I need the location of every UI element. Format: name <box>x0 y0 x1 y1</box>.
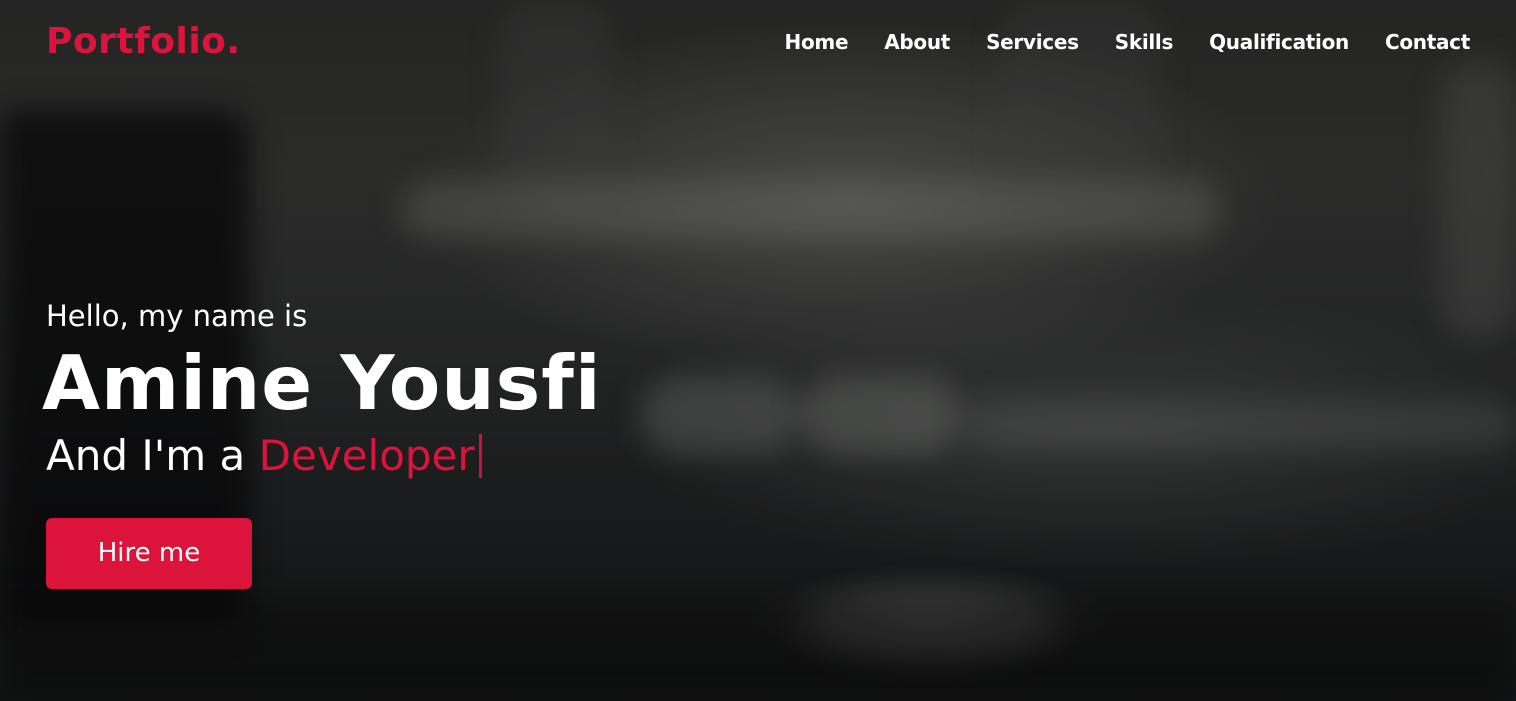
nav-link-about[interactable]: About <box>884 30 950 54</box>
nav-link-skills[interactable]: Skills <box>1115 30 1174 54</box>
nav-item-about: About <box>884 27 950 57</box>
nav-item-contact: Contact <box>1385 27 1470 57</box>
hire-me-button[interactable]: Hire me <box>46 518 252 589</box>
nav-item-skills: Skills <box>1115 27 1174 57</box>
nav-link-qualification[interactable]: Qualification <box>1209 30 1349 54</box>
logo-link[interactable]: Portfolio. <box>46 20 241 64</box>
home-section: Portfolio. Home About Services Skills Qu… <box>0 0 1516 701</box>
nav-item-home: Home <box>785 27 849 57</box>
navbar: Portfolio. Home About Services Skills Qu… <box>0 0 1516 86</box>
nav-link-contact[interactable]: Contact <box>1385 30 1470 54</box>
hero-intro: And I'm a Developer <box>46 428 602 484</box>
nav-item-qualification: Qualification <box>1209 27 1349 57</box>
hero-content: Hello, my name is Amine Yousfi And I'm a… <box>42 296 602 589</box>
typing-cursor <box>478 434 482 478</box>
hero-role: Developer <box>258 431 475 480</box>
nav-link-home[interactable]: Home <box>785 30 849 54</box>
nav-link-services[interactable]: Services <box>986 30 1079 54</box>
hero-greeting: Hello, my name is <box>46 299 308 333</box>
nav-item-services: Services <box>986 27 1079 57</box>
hero-name: Amine Yousfi <box>42 339 602 427</box>
hero-intro-prefix: And I'm a <box>46 431 246 480</box>
nav-menu: Home About Services Skills Qualification… <box>785 27 1471 57</box>
